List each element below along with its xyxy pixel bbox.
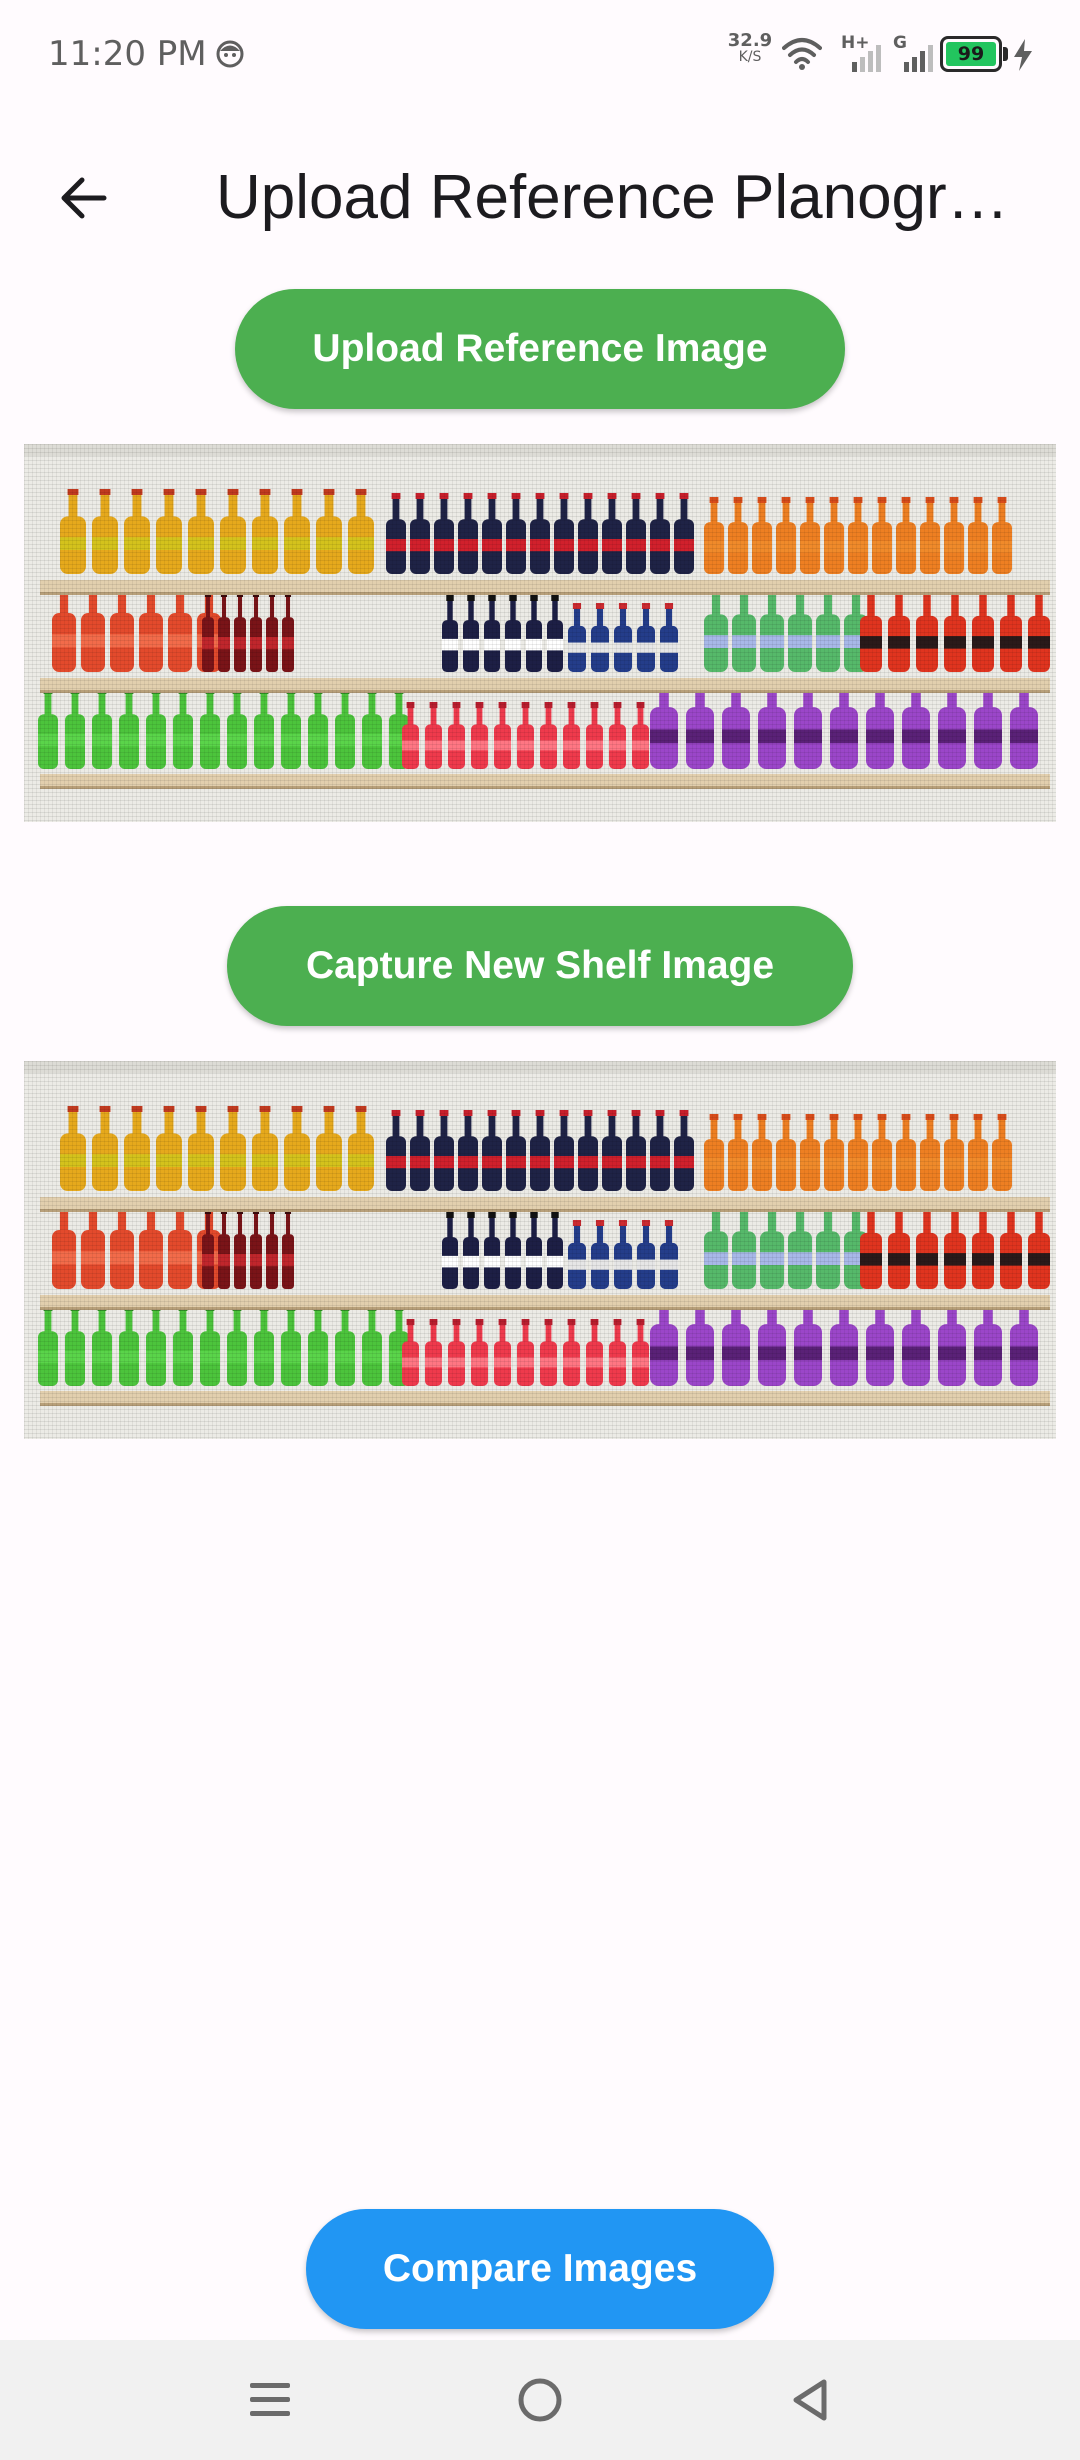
menu-icon — [250, 2383, 290, 2416]
upload-reference-image-label: Upload Reference Image — [312, 327, 768, 370]
app-bar: Upload Reference Planogram — [0, 120, 1080, 260]
system-back-button[interactable] — [770, 2360, 850, 2440]
page-title: Upload Reference Planogram — [216, 163, 1026, 232]
planogram-shelf-photo — [24, 444, 1056, 822]
signal-g-icon: G — [893, 33, 933, 72]
signal-hplus-icon: H+ — [841, 33, 881, 72]
network-speed: 32.9 K/S — [726, 32, 774, 66]
captured-shelf-image — [24, 1061, 1056, 1439]
charging-icon — [1014, 39, 1032, 71]
recent-apps-button[interactable] — [230, 2360, 310, 2440]
back-triangle-icon — [793, 2379, 827, 2421]
status-time: 11:20 PM — [48, 34, 207, 74]
system-navigation-bar — [0, 2340, 1080, 2460]
compare-images-label: Compare Images — [382, 2247, 698, 2290]
home-button[interactable] — [500, 2360, 580, 2440]
upload-reference-image-button[interactable]: Upload Reference Image — [235, 289, 845, 409]
capture-new-shelf-image-button[interactable]: Capture New Shelf Image — [227, 906, 853, 1026]
capture-new-shelf-image-label: Capture New Shelf Image — [305, 944, 775, 987]
reference-image — [24, 444, 1056, 822]
arrow-back-icon — [61, 177, 107, 219]
face-icon — [216, 40, 244, 68]
network-speed-unit: K/S — [738, 49, 762, 65]
back-button[interactable] — [36, 150, 132, 246]
battery-level: 99 — [946, 42, 996, 66]
status-bar: 11:20 PM 32.9 K/S H+ G 99 — [0, 0, 1080, 110]
network-speed-value: 32.9 — [727, 30, 773, 51]
planogram-shelf-photo — [24, 1061, 1056, 1439]
svg-text:G: G — [893, 33, 907, 53]
home-icon — [518, 2378, 562, 2422]
svg-text:H+: H+ — [841, 33, 869, 53]
battery-icon: 99 — [940, 36, 1002, 72]
compare-images-button[interactable]: Compare Images — [306, 2209, 774, 2329]
battery-cap — [1003, 47, 1008, 61]
wifi-icon — [782, 38, 822, 70]
